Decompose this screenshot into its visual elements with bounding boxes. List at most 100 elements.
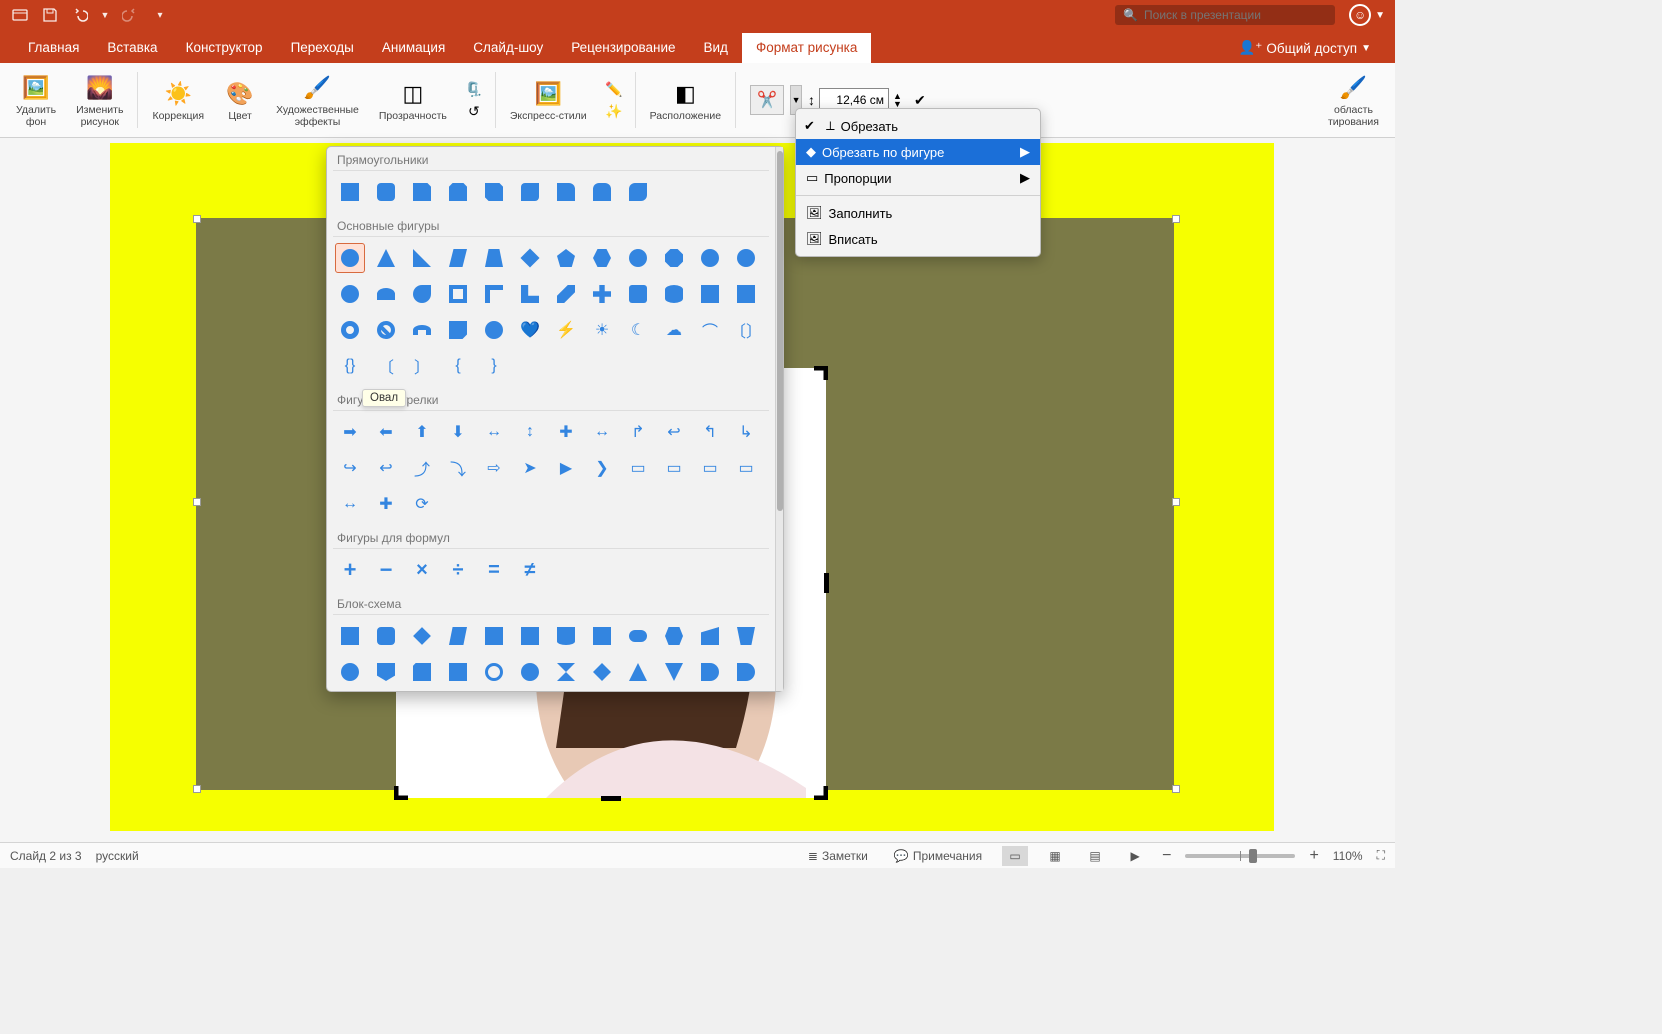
qat-customize-icon[interactable]: ▾ [150, 5, 170, 25]
crop-menu-fit[interactable]: 🖼 Вписать [796, 226, 1040, 252]
selection-handle-nw[interactable] [193, 215, 201, 223]
shape-arrow-up[interactable]: ⬆ [407, 417, 437, 447]
zoom-in-button[interactable]: + [1309, 847, 1318, 865]
shape-fc-delay[interactable] [731, 657, 761, 687]
shape-arrow-callout-u[interactable]: ▭ [695, 453, 725, 483]
shape-diag-stripe[interactable] [551, 279, 581, 309]
shape-arrow-callout-quad[interactable]: ✚ [371, 489, 401, 519]
search-input[interactable] [1144, 8, 1327, 22]
shape-fc-tape[interactable] [443, 657, 473, 687]
shape-arrow-curved-right[interactable]: ↪ [335, 453, 365, 483]
shape-fc-internal[interactable] [515, 621, 545, 651]
fit-to-window-button[interactable]: ⛶ [1377, 848, 1385, 863]
tab-slideshow[interactable]: Слайд-шоу [459, 33, 557, 63]
shape-arrow-updown[interactable]: ↕ [515, 417, 545, 447]
shape-diamond[interactable] [515, 243, 545, 273]
view-slideshow-button[interactable]: ▶ [1122, 846, 1148, 866]
shape-divide[interactable]: ÷ [443, 555, 473, 585]
tab-review[interactable]: Рецензирование [557, 33, 689, 63]
shape-arrow-circular[interactable]: ⟳ [407, 489, 437, 519]
status-slide-number[interactable]: Слайд 2 из 3 [10, 849, 82, 863]
redo-icon[interactable] [120, 5, 140, 25]
gallery-scrollbar-thumb[interactable] [777, 151, 783, 511]
feedback-smile-icon[interactable]: ☺ [1349, 4, 1371, 26]
shape-arrow-notched[interactable]: ➤ [515, 453, 545, 483]
shape-fc-connector[interactable] [335, 657, 365, 687]
shape-fc-terminator[interactable] [623, 621, 653, 651]
gallery-scrollbar[interactable] [775, 147, 783, 691]
shape-frame[interactable] [443, 279, 473, 309]
shape-cloud[interactable]: ☁ [659, 315, 689, 345]
shape-moon[interactable]: ☾ [623, 315, 653, 345]
crop-button[interactable]: ✂️ [750, 85, 784, 115]
shape-rectangle[interactable] [335, 177, 365, 207]
reset-picture-icon[interactable]: ↺ [463, 100, 485, 122]
tab-picture-format[interactable]: Формат рисунка [742, 33, 871, 63]
shape-sun[interactable]: ☀ [587, 315, 617, 345]
shape-fc-alt[interactable] [371, 621, 401, 651]
crop-mark-s[interactable] [601, 796, 621, 801]
crop-menu-crop-to-shape[interactable]: ◆ Обрезать по фигуре ▶ [796, 139, 1040, 165]
crop-mark-ne[interactable] [804, 366, 828, 390]
status-notes-button[interactable]: ≣Заметки [802, 843, 874, 868]
tab-transitions[interactable]: Переходы [277, 33, 368, 63]
shape-fc-document[interactable] [551, 621, 581, 651]
shape-fc-data[interactable] [443, 621, 473, 651]
shape-round-diag[interactable] [623, 177, 653, 207]
shape-fc-card[interactable] [407, 657, 437, 687]
crop-region-button[interactable]: 🖌️ областьтирования [1320, 66, 1387, 134]
crop-menu-crop[interactable]: ✔ ⟂ Обрезать [796, 113, 1040, 139]
shape-arrow-callout-r[interactable]: ▭ [623, 453, 653, 483]
shape-arrow-down[interactable]: ⬇ [443, 417, 473, 447]
shape-bevel[interactable] [731, 279, 761, 309]
selection-handle-e[interactable] [1172, 498, 1180, 506]
selection-handle-ne[interactable] [1172, 215, 1180, 223]
picture-border-icon[interactable]: ✏️ [603, 78, 625, 100]
remove-background-button[interactable]: 🖼️ Удалитьфон [8, 66, 64, 134]
shape-right-brace[interactable]: } [479, 351, 509, 381]
shape-heart[interactable]: 💙 [515, 315, 545, 345]
shape-equal[interactable]: = [479, 555, 509, 585]
shape-dodecagon[interactable] [731, 243, 761, 273]
tab-home[interactable]: Главная [14, 33, 93, 63]
shape-chord[interactable] [371, 279, 401, 309]
view-normal-button[interactable]: ▭ [1002, 846, 1028, 866]
shape-rounded-rect[interactable] [371, 177, 401, 207]
shape-teardrop[interactable] [407, 279, 437, 309]
shapes-scroll-area[interactable]: Прямоугольники Основные фигуры [327, 147, 775, 691]
shape-arrow-bentup[interactable]: ↳ [731, 417, 761, 447]
shape-arrow-bent[interactable]: ↱ [623, 417, 653, 447]
shape-parallelogram[interactable] [443, 243, 473, 273]
shape-braces[interactable]: {} [335, 351, 365, 381]
share-button[interactable]: 👤⁺ Общий доступ ▼ [1228, 33, 1381, 63]
shape-fc-preparation[interactable] [659, 621, 689, 651]
shape-fc-summing[interactable] [479, 657, 509, 687]
shape-arrow-right[interactable]: ➡ [335, 417, 365, 447]
shape-half-frame[interactable] [479, 279, 509, 309]
undo-dropdown-icon[interactable]: ▼ [100, 5, 110, 25]
crop-menu-fill[interactable]: 🖼 Заполнить [796, 200, 1040, 226]
undo-icon[interactable] [70, 5, 90, 25]
crop-menu-aspect[interactable]: ▭ Пропорции ▶ [796, 165, 1040, 191]
tab-view[interactable]: Вид [690, 33, 742, 63]
crop-mark-se[interactable] [804, 776, 828, 800]
shape-arrow-quad[interactable]: ✚ [551, 417, 581, 447]
shape-rtriangle[interactable] [407, 243, 437, 273]
shape-brackets[interactable]: 〔〕 [731, 315, 761, 345]
zoom-value[interactable]: 110% [1333, 849, 1363, 863]
shape-arrow-pentagon[interactable]: ▶ [551, 453, 581, 483]
shape-lshape[interactable] [515, 279, 545, 309]
shape-arrow-striped[interactable]: ⇨ [479, 453, 509, 483]
shape-arrow-callout-l[interactable]: ▭ [659, 453, 689, 483]
shape-cross[interactable] [587, 279, 617, 309]
shape-fc-offpage[interactable] [371, 657, 401, 687]
zoom-slider[interactable] [1185, 854, 1295, 858]
shape-left-brace[interactable]: { [443, 351, 473, 381]
compress-pictures-icon[interactable]: 🗜️ [463, 78, 485, 100]
shape-oval[interactable] [335, 243, 365, 273]
shape-snip-round[interactable] [515, 177, 545, 207]
shape-arrow-curved-down[interactable]: ⤵ [443, 453, 473, 483]
shape-heptagon[interactable] [623, 243, 653, 273]
shape-fc-manual-op[interactable] [731, 621, 761, 651]
shape-round-same[interactable] [587, 177, 617, 207]
